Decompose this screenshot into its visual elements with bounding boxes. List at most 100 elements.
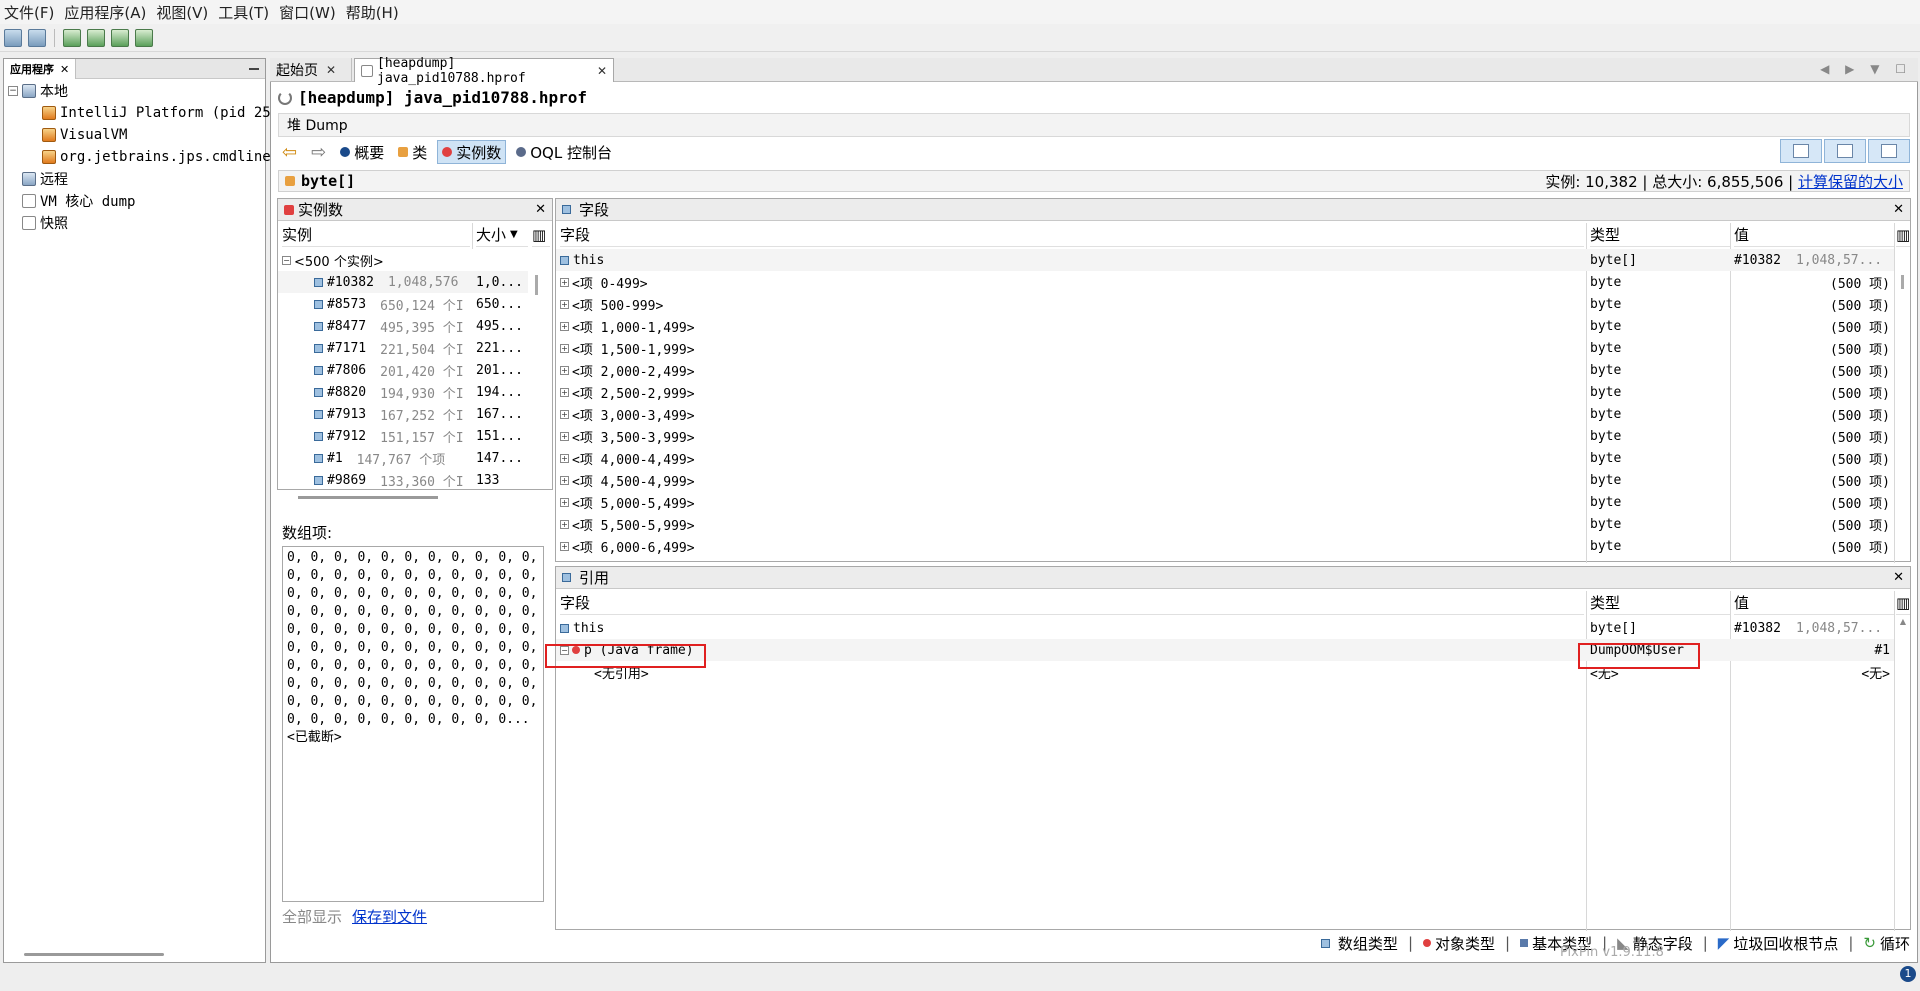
column-chooser-button[interactable]: ▥ (1896, 591, 1910, 615)
menu-tools[interactable]: 工具(T) (218, 2, 269, 23)
field-row[interactable]: + <项 2,000-2,499> byte (500 项) (556, 359, 1894, 381)
field-row[interactable]: + <项 3,000-3,499> byte (500 项) (556, 403, 1894, 425)
instances-view-button[interactable]: 实例数 (437, 140, 507, 164)
expand-icon[interactable]: + (560, 387, 569, 397)
tree-item-local[interactable]: − 本地 (8, 81, 68, 101)
tab-navigation[interactable]: ◀ ▶ ▼ ☐ (1820, 62, 1912, 76)
classes-view-button[interactable]: 类 (394, 140, 431, 164)
expand-icon[interactable]: + (560, 409, 569, 419)
instance-row[interactable]: #8573 650,124 个I 650... (278, 293, 528, 315)
layout-2-button[interactable] (1824, 139, 1866, 163)
expand-icon[interactable]: + (560, 431, 569, 441)
expand-icon[interactable]: + (560, 365, 569, 375)
tab-start-page[interactable]: 起始页 ✕ (270, 58, 352, 82)
field-row[interactable]: + <项 2,500-2,999> byte (500 项) (556, 381, 1894, 403)
field-row[interactable]: + <项 5,000-5,499> byte (500 项) (556, 491, 1894, 513)
menu-application[interactable]: 应用程序(A) (64, 2, 146, 23)
show-all-label[interactable]: 全部显示 (282, 906, 342, 927)
tree-item-intellij[interactable]: IntelliJ Platform (pid 25 (42, 103, 271, 123)
tree-item-jps[interactable]: org.jetbrains.jps.cmdline. (42, 147, 279, 167)
close-icon[interactable]: ✕ (597, 64, 607, 78)
expand-icon[interactable]: + (560, 475, 569, 485)
back-button[interactable]: ⇦ (278, 140, 301, 164)
horizontal-scrollbar[interactable] (24, 953, 164, 956)
save-icon[interactable] (28, 28, 46, 47)
expand-icon[interactable]: + (560, 519, 569, 529)
column-separator[interactable] (1894, 591, 1895, 931)
expand-icon[interactable]: + (560, 321, 569, 331)
close-icon[interactable]: ✕ (535, 202, 546, 217)
layout-3-button[interactable] (1868, 139, 1910, 163)
instance-row[interactable]: #7171 221,504 个I 221... (278, 337, 528, 359)
field-row[interactable]: + <项 4,500-4,999> byte (500 项) (556, 469, 1894, 491)
field-row[interactable]: + <项 4,000-4,499> byte (500 项) (556, 447, 1894, 469)
expand-icon[interactable]: + (560, 299, 569, 309)
tree-item-remote[interactable]: 远程 (22, 169, 68, 189)
vertical-scrollbar[interactable] (1901, 275, 1904, 289)
close-icon[interactable]: ✕ (326, 63, 336, 77)
collapse-icon[interactable]: − (8, 86, 18, 96)
expand-icon[interactable]: + (560, 277, 569, 287)
field-row[interactable]: + <项 1,000-1,499> byte (500 项) (556, 315, 1894, 337)
column-separator[interactable] (472, 223, 473, 249)
add-jmx-connection-icon[interactable] (63, 28, 81, 47)
column-header-value[interactable]: 值 (1734, 591, 1894, 615)
expand-icon[interactable]: + (560, 541, 569, 551)
column-header-size[interactable]: 大小 ▼ (476, 223, 528, 247)
expand-icon[interactable]: + (560, 453, 569, 463)
load-snapshot-icon[interactable] (135, 28, 153, 47)
column-separator[interactable] (1894, 223, 1895, 563)
notification-badge[interactable]: 1 (1900, 966, 1916, 982)
menu-view[interactable]: 视图(V) (156, 2, 208, 23)
instance-row[interactable]: #8820 194,930 个I 194... (278, 381, 528, 403)
summary-view-button[interactable]: 概要 (336, 140, 388, 164)
vertical-scrollbar[interactable] (535, 275, 538, 295)
menu-file[interactable]: 文件(F) (4, 2, 54, 23)
column-chooser-button[interactable]: ▥ (532, 223, 550, 247)
instance-row[interactable]: #7913 167,252 个I 167... (278, 403, 528, 425)
tree-item-snapshot[interactable]: 快照 (22, 213, 68, 233)
expand-icon[interactable]: + (560, 343, 569, 353)
field-row[interactable]: + <项 500-999> byte (500 项) (556, 293, 1894, 315)
tree-item-visualvm[interactable]: VisualVM (42, 125, 127, 145)
oql-view-button[interactable]: OQL 控制台 (512, 140, 616, 164)
field-row[interactable]: + <项 1,500-1,999> byte (500 项) (556, 337, 1894, 359)
instance-row[interactable]: #8477 495,395 个I 495... (278, 315, 528, 337)
forward-button[interactable]: ⇨ (307, 140, 330, 164)
horizontal-scrollbar[interactable] (298, 496, 438, 499)
column-header-instance[interactable]: 实例 (282, 223, 470, 247)
menu-window[interactable]: 窗口(W) (279, 2, 336, 23)
vertical-scrollbar[interactable]: ▲ (1898, 617, 1908, 917)
save-to-file-link[interactable]: 保存到文件 (352, 906, 427, 927)
open-snapshot-icon[interactable] (4, 28, 22, 47)
close-icon[interactable]: ✕ (1893, 202, 1904, 217)
instance-row[interactable]: #10382 1,048,576 1,0... (278, 271, 528, 293)
field-row[interactable]: + <项 5,500-5,999> byte (500 项) (556, 513, 1894, 535)
add-vm-coredump-icon[interactable] (111, 28, 129, 47)
column-chooser-button[interactable]: ▥ (1896, 223, 1910, 247)
close-icon[interactable]: ✕ (1893, 570, 1904, 585)
tab-heapdump[interactable]: [heapdump] java_pid10788.hprof ✕ (354, 56, 614, 86)
column-header-field[interactable]: 字段 (560, 223, 1584, 247)
field-row[interactable]: + <项 3,500-3,999> byte (500 项) (556, 425, 1894, 447)
column-header-type[interactable]: 类型 (1590, 223, 1730, 247)
instances-group-row[interactable]: − <500 个实例> (282, 249, 532, 271)
close-icon[interactable]: ✕ (60, 63, 69, 76)
layout-1-button[interactable] (1780, 139, 1822, 163)
column-header-value[interactable]: 值 (1734, 223, 1894, 247)
add-remote-host-icon[interactable] (87, 28, 105, 47)
expand-icon[interactable]: + (560, 497, 569, 507)
column-header-field[interactable]: 字段 (560, 591, 1584, 615)
collapse-icon[interactable]: − (282, 255, 291, 265)
minimize-icon[interactable] (249, 68, 259, 70)
field-row-this[interactable]: this byte[] #10382 1,048,57... (556, 249, 1894, 271)
column-header-type[interactable]: 类型 (1590, 591, 1730, 615)
applications-tab[interactable]: 应用程序 ✕ (4, 59, 77, 79)
field-row[interactable]: + <项 6,000-6,499> byte (500 项) (556, 535, 1894, 557)
field-row[interactable]: + <项 0-499> byte (500 项) (556, 271, 1894, 293)
ref-row-this[interactable]: this byte[] #10382 1,048,57... (556, 617, 1894, 639)
menu-help[interactable]: 帮助(H) (346, 2, 399, 23)
tree-item-vm-core[interactable]: VM 核心 dump (22, 191, 135, 211)
instance-row[interactable]: #1 147,767 个项 147... (278, 447, 528, 469)
instance-row[interactable]: #9869 133,360 个I 133 (278, 469, 528, 491)
